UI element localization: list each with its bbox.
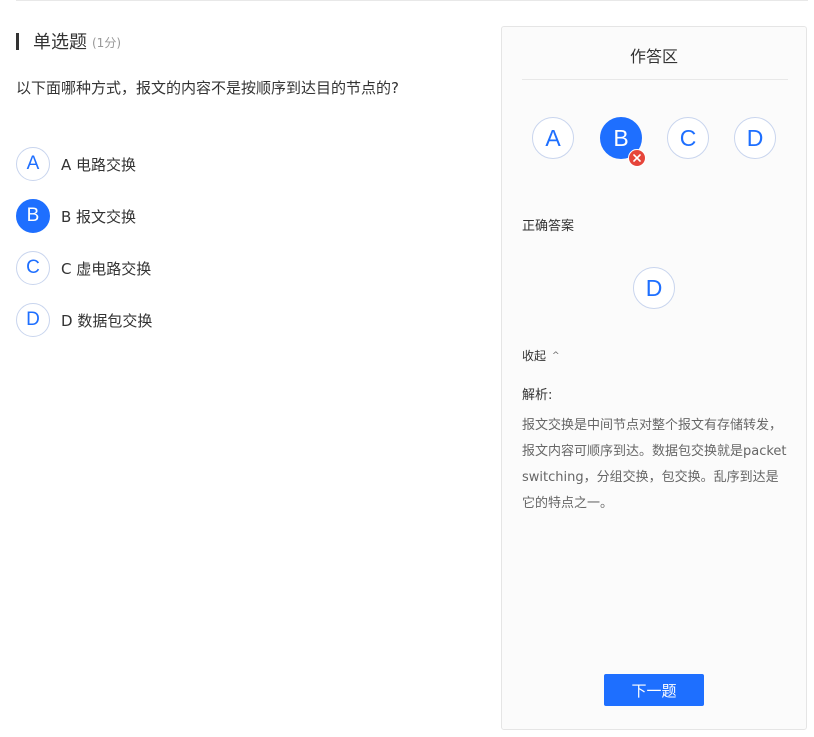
analysis-title: 解析: — [522, 388, 553, 403]
option-b-circle[interactable]: B — [16, 199, 50, 233]
next-question-button[interactable]: 下一题 — [604, 674, 704, 706]
option-d-label: D 数据包交换 — [61, 311, 153, 330]
question-type: 单选题 — [33, 32, 87, 53]
option-a-circle[interactable]: A — [16, 147, 50, 181]
panel-divider — [522, 79, 788, 80]
question-text: 以下面哪种方式，报文的内容不是按顺序到达目的节点的? — [16, 79, 399, 97]
option-a-label: A 电路交换 — [61, 155, 137, 174]
analysis-text: 报文交换是中间节点对整个报文有存储转发，报文内容可顺序到达。数据包交换就是pac… — [522, 418, 787, 511]
option-b-label: B 报文交换 — [61, 207, 137, 226]
top-divider — [16, 0, 808, 1]
collapse-toggle[interactable]: 收起 ^ — [522, 347, 560, 364]
answer-choice-c[interactable]: C — [667, 117, 709, 159]
option-b[interactable]: B B 报文交换 — [16, 199, 136, 233]
answer-panel: 作答区 A B C D 正确答案 D 收起 ^ 解析: 报文交换是中间节点对整个… — [501, 26, 807, 730]
collapse-label: 收起 — [522, 349, 547, 363]
answer-choice-a[interactable]: A — [532, 117, 574, 159]
option-d-circle[interactable]: D — [16, 303, 50, 337]
panel-title: 作答区 — [629, 47, 678, 66]
option-c-circle[interactable]: C — [16, 251, 50, 285]
option-c-label: C 虚电路交换 — [61, 259, 152, 278]
answer-choices: A B C D — [532, 117, 782, 167]
option-a[interactable]: A A 电路交换 — [16, 147, 136, 181]
answer-choice-d[interactable]: D — [734, 117, 776, 159]
option-d[interactable]: D D 数据包交换 — [16, 303, 152, 337]
title-bar-marker — [16, 32, 19, 50]
option-c[interactable]: C C 虚电路交换 — [16, 251, 151, 285]
chevron-up-icon: ^ — [552, 350, 560, 361]
question-score: (1分) — [92, 36, 121, 50]
answer-choice-b[interactable]: B — [600, 117, 646, 167]
question-header: 单选题 (1分) — [16, 29, 121, 53]
wrong-answer-icon — [628, 149, 646, 167]
answer-choice-b-letter: B — [613, 124, 629, 151]
correct-answer-label: 正确答案 — [522, 219, 575, 234]
correct-answer-bubble: D — [633, 267, 675, 309]
